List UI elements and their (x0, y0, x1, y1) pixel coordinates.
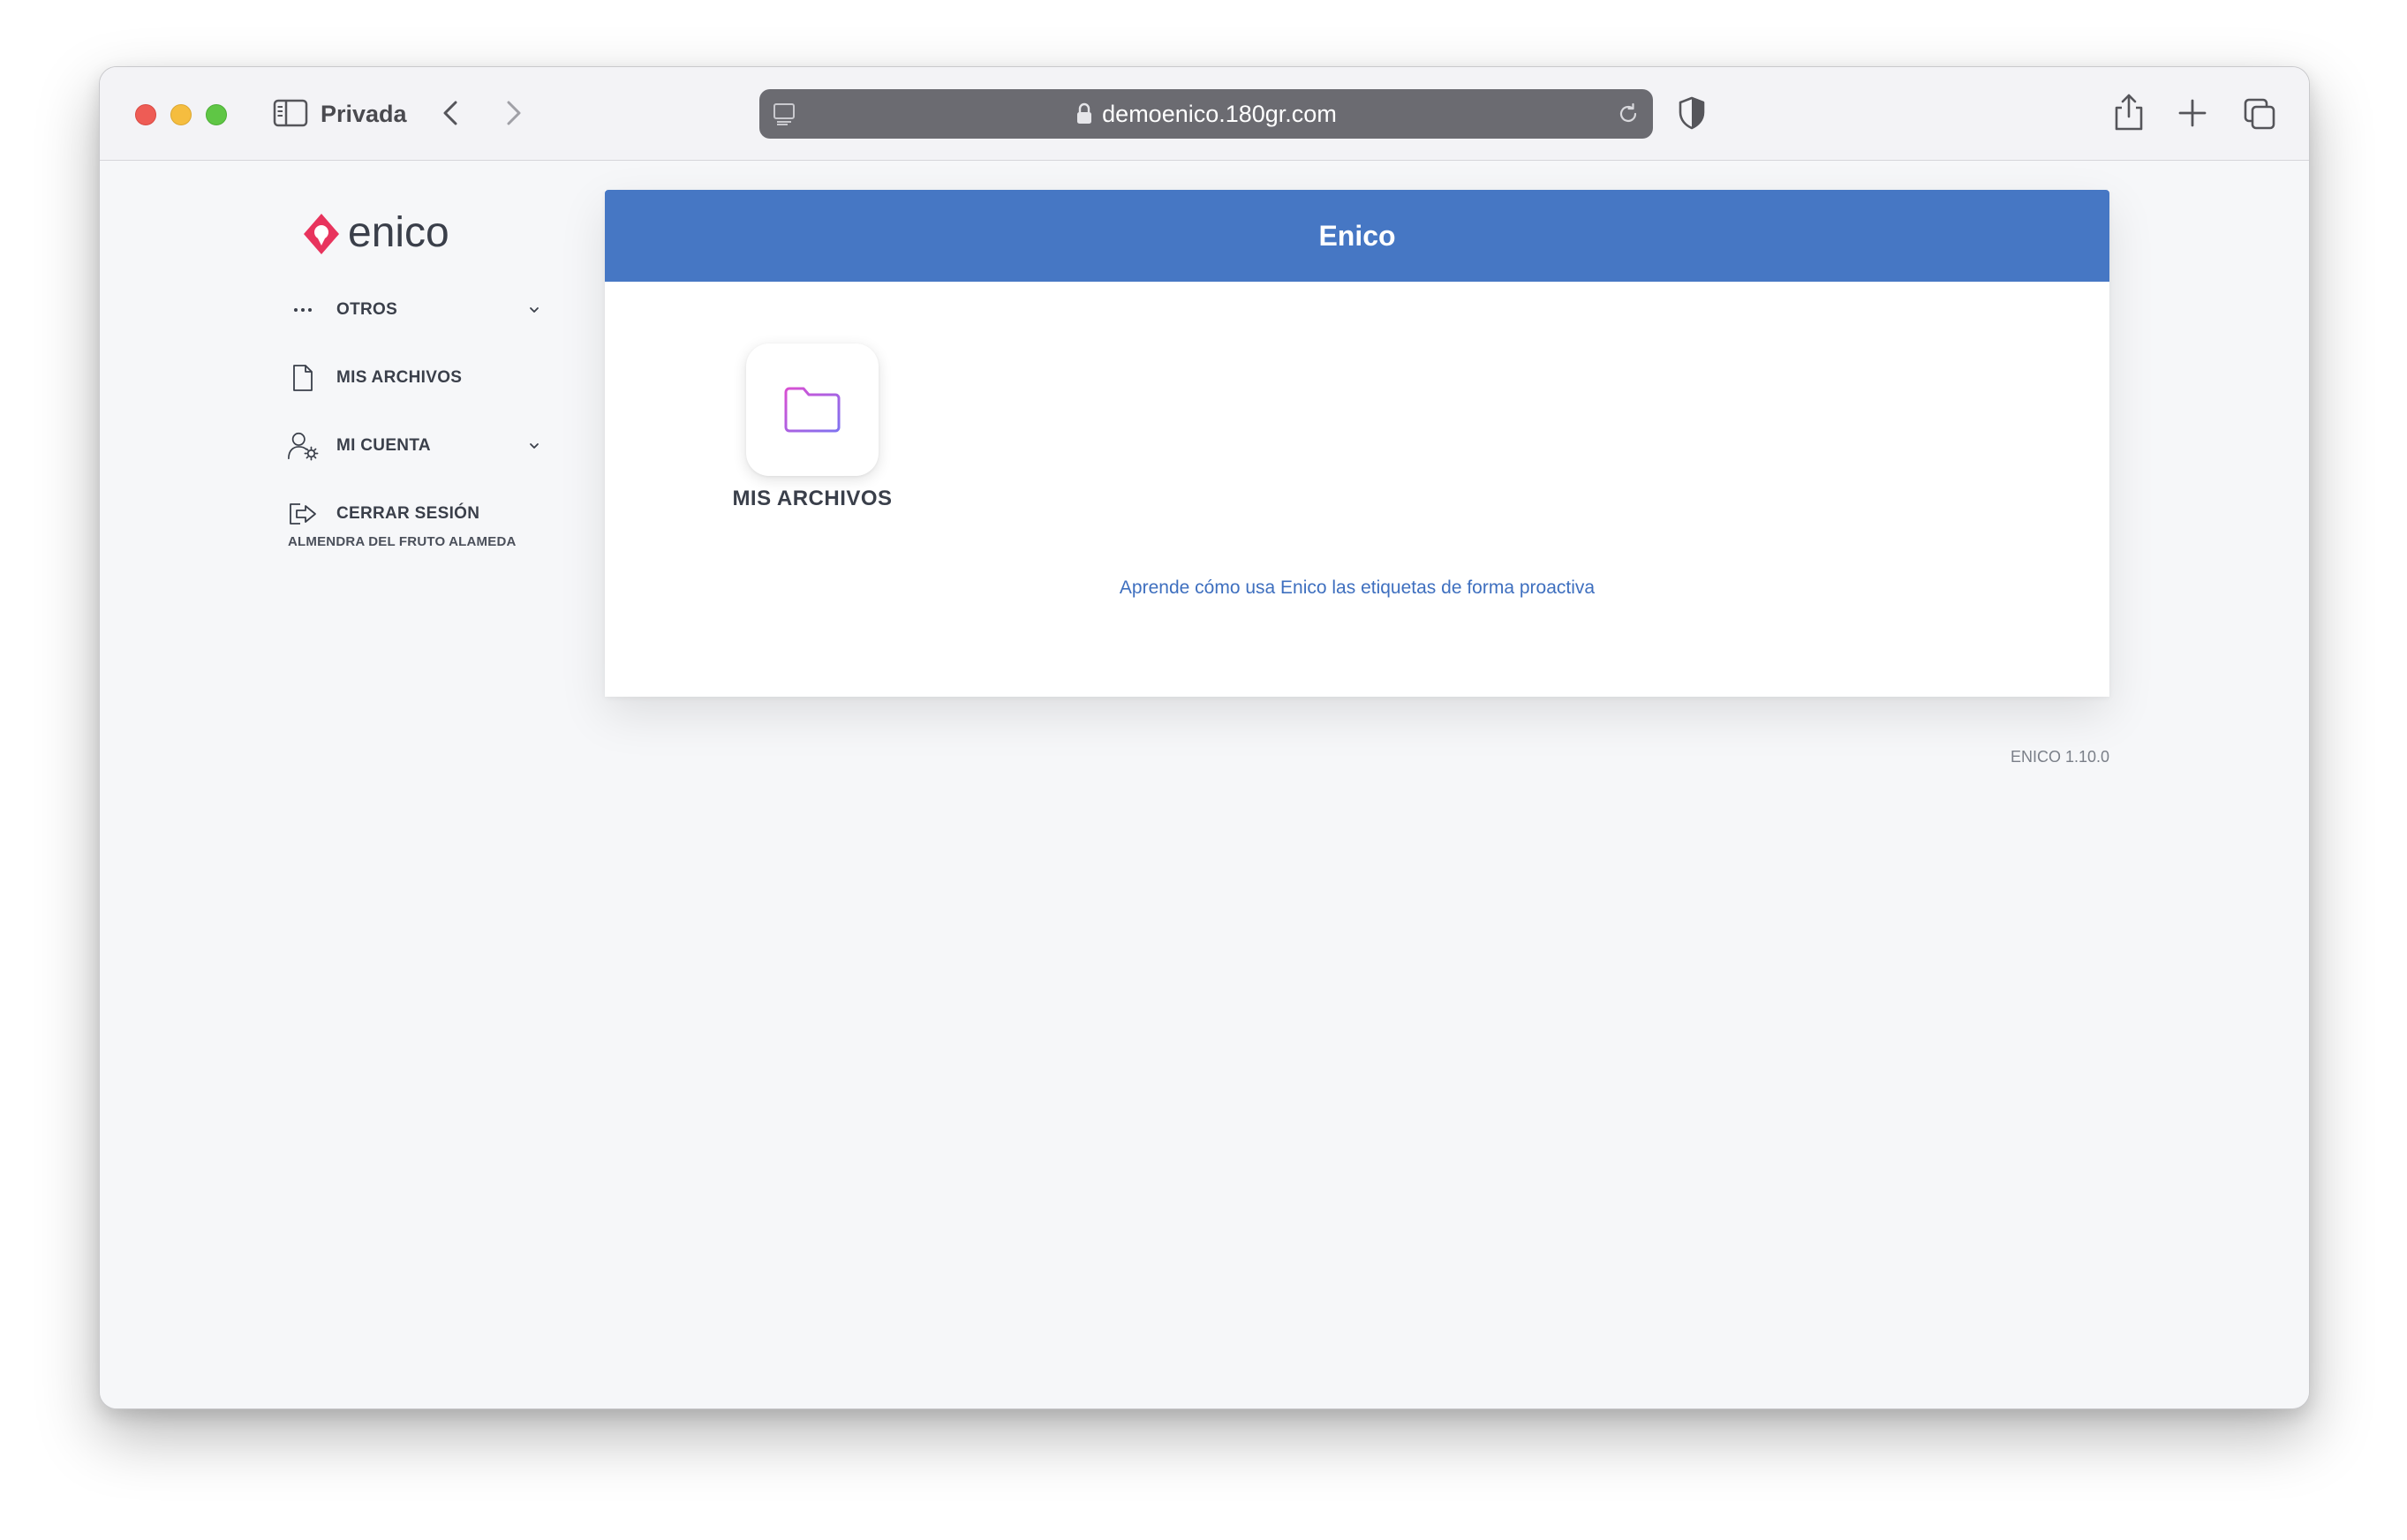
url-display: demoenico.180gr.com (759, 89, 1653, 139)
sidebar-item-label: OTROS (336, 300, 398, 319)
logged-user-name: ALMENDRA DEL FRUTO ALAMEDA (288, 534, 517, 549)
user-settings-icon (287, 430, 319, 462)
browser-toolbar: Privada demoenico.180gr.com (100, 67, 2309, 161)
svg-text:enico: enico (348, 209, 449, 256)
sidebar-item-otros[interactable]: OTROS (287, 292, 552, 328)
help-link[interactable]: Aprende cómo usa Enico las etiquetas de … (1092, 571, 1622, 604)
main-card: Enico MIS ARCHIVOS Aprende cómo usa Enic… (605, 190, 2109, 697)
browser-window: Privada demoenico.180gr.com enico OTROS … (99, 66, 2310, 1409)
web-page: enico OTROS MIS ARCHIVOS MI CUENTA CERRA… (100, 161, 2309, 1408)
logout-icon (287, 498, 319, 530)
back-arrow-icon[interactable] (434, 95, 469, 131)
sidebar-item-mis-archivos[interactable]: MIS ARCHIVOS (287, 360, 552, 396)
privacy-shield-icon[interactable] (1677, 95, 1707, 131)
card-title: Enico (1318, 219, 1396, 252)
zoom-window-button[interactable] (206, 104, 227, 125)
minimize-window-button[interactable] (170, 104, 192, 125)
sidebar-item-label: CERRAR SESIÓN (336, 504, 480, 523)
version-label: ENICO 1.10.0 (2010, 748, 2109, 766)
address-bar[interactable]: demoenico.180gr.com (759, 89, 1653, 139)
url-text: demoenico.180gr.com (1102, 101, 1337, 127)
app-tile-label[interactable]: MIS ARCHIVOS (711, 485, 914, 513)
reload-icon[interactable] (1616, 102, 1641, 126)
more-dots-icon (287, 294, 319, 326)
sidebar-item-label: MI CUENTA (336, 436, 431, 455)
private-mode-label: Privada (321, 101, 407, 127)
sidebar-item-mi-cuenta[interactable]: MI CUENTA (287, 428, 552, 464)
sidebar-item-cerrar-sesion[interactable]: CERRAR SESIÓN (287, 496, 552, 532)
tab-overview-icon[interactable] (2242, 96, 2277, 132)
chevron-down-icon[interactable] (527, 439, 541, 453)
close-window-button[interactable] (135, 104, 156, 125)
folder-icon (784, 387, 841, 433)
new-tab-icon[interactable] (2177, 97, 2208, 129)
file-icon (287, 362, 319, 394)
card-header: Enico (605, 190, 2109, 282)
sidebar-toggle-icon[interactable] (273, 99, 308, 127)
app-tile-mis-archivos[interactable] (746, 343, 879, 476)
lock-icon (1077, 102, 1092, 124)
chevron-down-icon[interactable] (527, 303, 541, 317)
share-icon[interactable] (2111, 92, 2147, 132)
forward-arrow-icon[interactable] (495, 95, 531, 131)
enico-logo[interactable]: enico (298, 205, 466, 263)
sidebar-item-label: MIS ARCHIVOS (336, 368, 463, 387)
